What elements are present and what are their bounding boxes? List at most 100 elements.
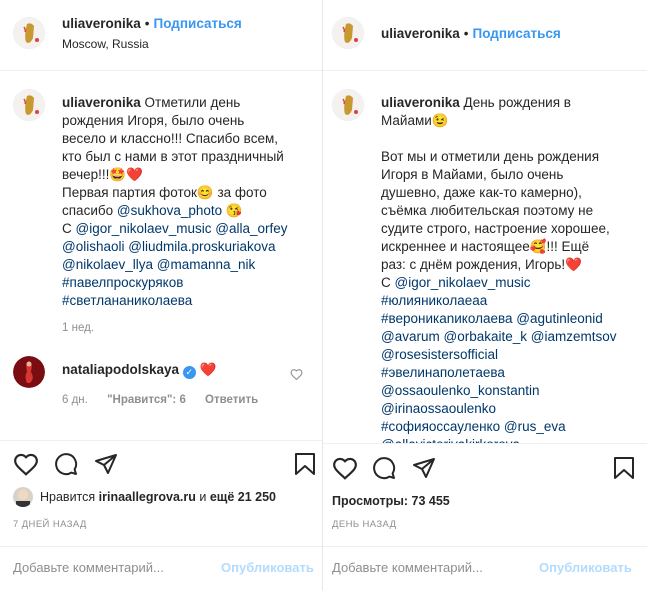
views-line: Просмотры: 73 455 <box>332 494 450 508</box>
caption-text: судите строго, настроение хорошее, <box>381 221 610 236</box>
hashtag-link[interactable]: #софияоссауленко <box>381 419 500 434</box>
bookmark-icon[interactable] <box>613 456 635 483</box>
views-label: Просмотры: <box>332 494 412 508</box>
comment-icon[interactable] <box>372 456 396 483</box>
screenshot: uliaveronika • Подписаться Moscow, Russia … <box>0 0 647 591</box>
share-icon[interactable] <box>412 456 436 483</box>
post-panel-left: uliaveronika • Подписаться Moscow, Russia … <box>0 0 322 591</box>
post-header: uliaveronika • Подписаться Moscow, Russia <box>0 0 322 71</box>
comment-text: ❤️ <box>199 362 217 377</box>
comment-input[interactable]: Добавьте комментарий... <box>332 560 483 575</box>
likes-text: Нравится <box>40 490 99 504</box>
mention-link[interactable]: @nikolaev_llya <box>62 257 153 272</box>
hashtag-link[interactable]: #вероникаnиколаева <box>381 311 513 326</box>
caption-text: Отметили день <box>140 95 241 110</box>
caption-avatar[interactable] <box>332 89 364 121</box>
caption: uliaveronika Отметили день рождения Игор… <box>62 94 317 310</box>
hashtag-link[interactable]: #эвелинаполетаева <box>381 364 643 382</box>
caption-text: День рождения в <box>459 95 571 110</box>
header-line: uliaveronika • Подписаться <box>62 16 242 31</box>
caption-text: С <box>62 221 76 236</box>
caption-text: спасибо <box>62 203 117 218</box>
mention-link[interactable]: @agutinleonid <box>516 311 603 326</box>
mention-link[interactable]: @rus_eva <box>504 419 566 434</box>
mention-link[interactable]: @liudmila.proskuriakova <box>128 239 275 254</box>
separator-dot: • <box>463 26 469 41</box>
caption-text: Игоря в Майами, было очень <box>381 167 564 182</box>
divider <box>323 443 647 444</box>
mention-link[interactable]: @avarum <box>381 329 440 344</box>
verified-icon: ✓ <box>182 366 196 379</box>
post-date[interactable]: ДЕНЬ НАЗАД <box>332 519 396 530</box>
hashtag-link[interactable]: #павелпроскуряков <box>62 274 317 292</box>
comment-time[interactable]: 6 дн. <box>62 394 88 406</box>
caption-avatar[interactable] <box>13 89 45 121</box>
action-bar <box>0 452 322 488</box>
username[interactable]: uliaveronika <box>62 16 141 31</box>
caption-text: С <box>381 275 395 290</box>
caption-text: душевно, даже как-то камерно), <box>381 185 582 200</box>
comment: nataliapodolskaya ✓ ❤️ <box>62 362 216 379</box>
reply-button[interactable]: Ответить <box>205 394 258 406</box>
comment-meta: 6 дн. "Нравится": 6 Ответить <box>62 394 258 406</box>
commenter-username[interactable]: nataliapodolskaya <box>62 362 179 377</box>
caption-time[interactable]: 1 нед. <box>62 322 94 334</box>
caption-username[interactable]: uliaveronika <box>62 95 141 110</box>
mention-link[interactable]: @iamzemtsov <box>531 329 617 344</box>
mention-link[interactable]: @sukhova_photo <box>117 203 222 218</box>
heart-icon[interactable] <box>332 456 358 483</box>
mention-link[interactable]: @igor_nikolaev_music <box>395 275 531 290</box>
post-date[interactable]: 7 ДНЕЙ НАЗАД <box>13 519 87 530</box>
caption-text: съёмка любительская поэтому не <box>381 203 594 218</box>
mention-link[interactable]: @ossaoulenko_konstantin <box>381 382 643 400</box>
follow-button[interactable]: Подписаться <box>154 16 242 31</box>
separator-dot: • <box>144 16 150 31</box>
action-bar <box>323 456 647 492</box>
comment-likes[interactable]: "Нравится": 6 <box>107 394 186 406</box>
caption-text: Первая партия фоток😊 за фото <box>62 185 267 200</box>
comment-input[interactable]: Добавьте комментарий... <box>13 560 164 575</box>
mention-link[interactable]: @orbakaite_k <box>444 329 528 344</box>
caption-text: рождения Игоря, было очень <box>62 113 245 128</box>
publish-button[interactable]: Опубликовать <box>221 560 314 575</box>
hashtag-link[interactable]: #светлананиколаева <box>62 292 317 310</box>
caption: uliaveronika День рождения в Майами😉 Вот… <box>381 94 643 454</box>
hashtag-link[interactable]: #юлияниколаеаа <box>381 292 643 310</box>
location[interactable]: Moscow, Russia <box>62 37 149 51</box>
mention-link[interactable]: @rosesistersofficial <box>381 346 643 364</box>
caption-text: искреннее и настоящее🥰!!! Ещё <box>381 239 590 254</box>
liker-username[interactable]: irinaallegrova.ru <box>99 490 196 504</box>
share-icon[interactable] <box>94 452 118 479</box>
avatar[interactable] <box>13 17 45 49</box>
heart-icon[interactable] <box>13 452 39 479</box>
likes-line: Нравится irinaallegrova.ru и ещё 21 250 <box>40 490 276 504</box>
caption-text: 😘 <box>222 203 243 218</box>
caption-text: Майами😉 <box>381 113 449 128</box>
caption-text: раз: с днём рождения, Игорь!❤️ <box>381 257 582 272</box>
mention-link[interactable]: @alla_orfey <box>215 221 287 236</box>
liker-avatar[interactable] <box>13 487 33 507</box>
mention-link[interactable]: @igor_nikolaev_music <box>76 221 212 236</box>
avatar[interactable] <box>332 17 364 49</box>
caption-text: Вот мы и отметили день рождения <box>381 149 600 164</box>
caption-text: кто был с нами в этот праздничный <box>62 149 284 164</box>
commenter-avatar[interactable] <box>13 356 45 388</box>
divider <box>0 440 322 441</box>
publish-button[interactable]: Опубликовать <box>539 560 632 575</box>
follow-button[interactable]: Подписаться <box>473 26 561 41</box>
username[interactable]: uliaveronika <box>381 26 460 41</box>
comment-icon[interactable] <box>54 452 78 479</box>
caption-text: вечер!!!🤩❤️ <box>62 167 143 182</box>
bookmark-icon[interactable] <box>294 452 316 479</box>
comment-form: Добавьте комментарий... Опубликовать <box>0 546 322 591</box>
mention-link[interactable]: @olishaoli <box>62 239 124 254</box>
likes-count[interactable]: ещё 21 250 <box>210 490 276 504</box>
mention-link[interactable]: @irinaossaoulenko <box>381 400 643 418</box>
small-heart-icon[interactable] <box>290 368 303 383</box>
caption-text: весело и классно!!! Спасибо всем, <box>62 131 278 146</box>
header-line: uliaveronika • Подписаться <box>381 26 561 41</box>
mention-link[interactable]: @mamanna_nik <box>157 257 256 272</box>
caption-username[interactable]: uliaveronika <box>381 95 460 110</box>
views-count[interactable]: 73 455 <box>412 494 450 508</box>
